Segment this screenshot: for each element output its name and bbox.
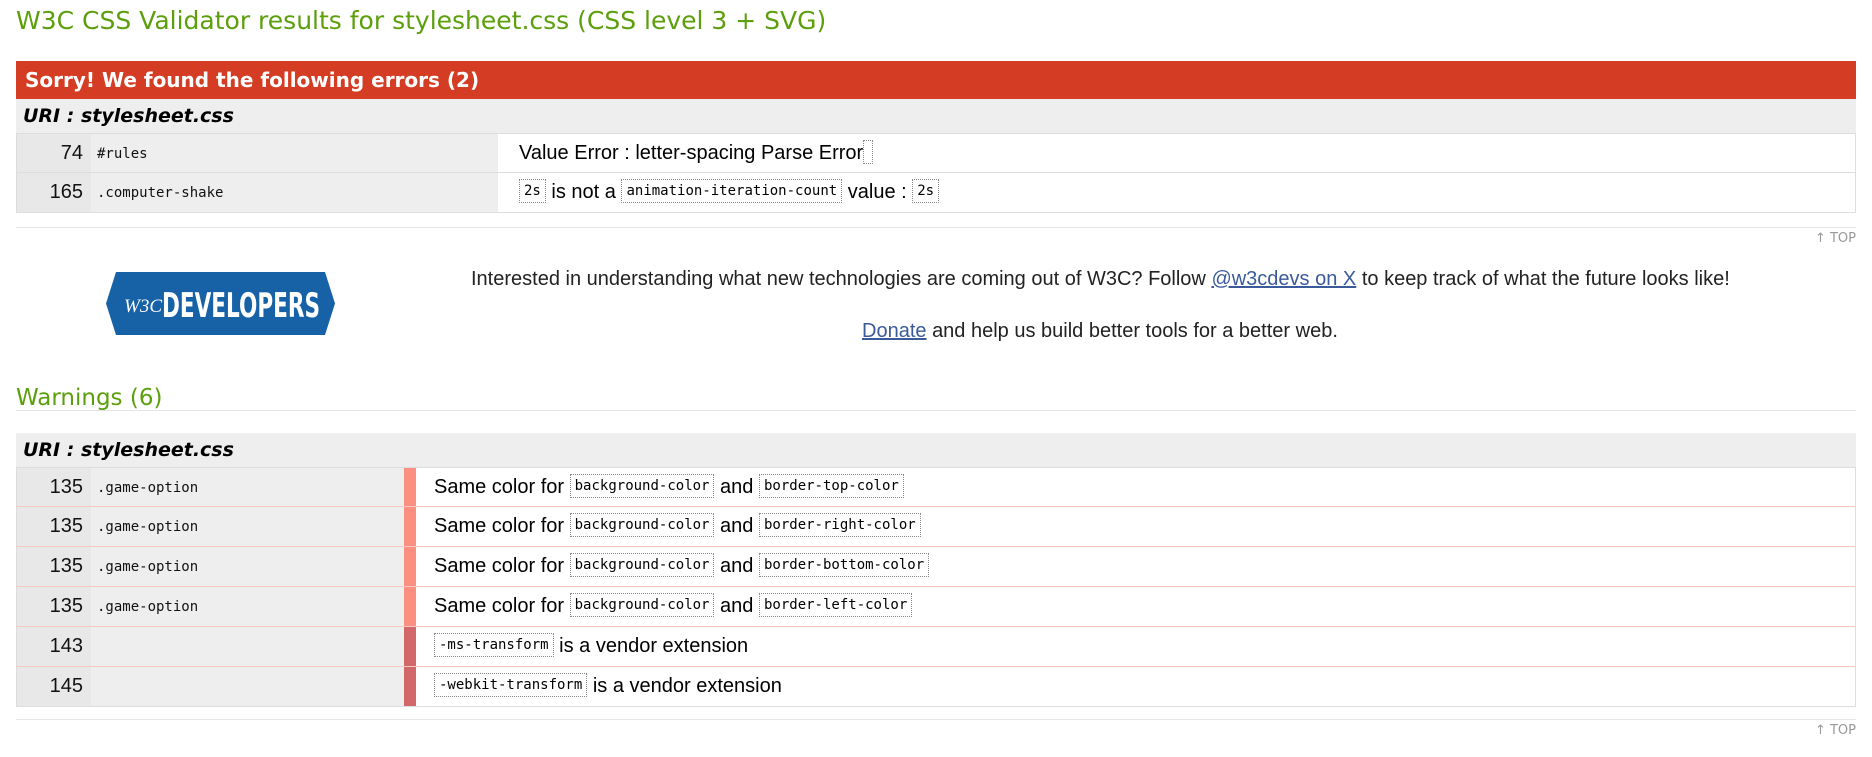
warning-text: and xyxy=(720,555,754,577)
error-text: value : xyxy=(847,181,907,203)
promo-text: Interested in understanding what new tec… xyxy=(471,268,1206,290)
page-title: W3C CSS Validator results for stylesheet… xyxy=(16,6,827,35)
line-number: 143 xyxy=(17,627,91,666)
rule-context: .game-option xyxy=(91,587,404,626)
rule-context xyxy=(91,627,404,666)
section-divider xyxy=(16,410,1856,411)
rule-context: .game-option xyxy=(91,468,404,506)
property-code: border-bottom-color xyxy=(758,552,930,577)
errors-panel: Sorry! We found the following errors (2)… xyxy=(16,61,1856,213)
warning-level-bar xyxy=(404,507,416,546)
error-message: Value Error : letter-spacing Parse Error xyxy=(519,134,874,172)
warning-message: Same color for background-color and bord… xyxy=(434,468,904,506)
warning-row: 135 .game-option Same color for backgrou… xyxy=(16,507,1856,547)
value-code: 2s xyxy=(519,178,546,203)
warning-text: Same color for xyxy=(434,476,565,498)
warning-message: Same color for background-color and bord… xyxy=(434,587,913,626)
line-number: 135 xyxy=(17,507,91,546)
warning-row: 145 -webkit-transform is a vendor extens… xyxy=(16,667,1856,707)
line-number: 74 xyxy=(17,134,91,172)
warning-text: and xyxy=(720,515,754,537)
error-row: 74 #rules Value Error : letter-spacing P… xyxy=(16,133,1856,173)
promo-line-donate: Donate and help us build better tools fo… xyxy=(862,320,1338,343)
warning-level-bar xyxy=(404,627,416,666)
line-number: 165 xyxy=(17,173,91,212)
rule-context xyxy=(91,667,404,706)
warning-message: -webkit-transform is a vendor extension xyxy=(434,667,782,706)
rule-context: .computer-shake xyxy=(91,173,498,212)
warning-row: 135 .game-option Same color for backgrou… xyxy=(16,587,1856,627)
warnings-title: Warnings (6) xyxy=(16,385,163,411)
warning-text: Same color for xyxy=(434,515,565,537)
property-code: background-color xyxy=(569,552,715,577)
warning-message: Same color for background-color and bord… xyxy=(434,547,930,586)
promo-line-follow: Interested in understanding what new tec… xyxy=(471,268,1730,291)
property-code: -webkit-transform xyxy=(434,672,588,697)
warning-message: Same color for background-color and bord… xyxy=(434,507,921,546)
warning-text: is a vendor extension xyxy=(559,635,749,657)
top-link[interactable]: ↑ TOP xyxy=(1815,231,1856,246)
warning-level-bar xyxy=(404,587,416,626)
line-number: 135 xyxy=(17,547,91,586)
warning-text: and xyxy=(720,595,754,617)
warning-text: is a vendor extension xyxy=(592,675,782,697)
errors-header: Sorry! We found the following errors (2) xyxy=(16,61,1856,99)
section-divider xyxy=(16,719,1856,720)
error-text: Value Error : letter-spacing Parse Error xyxy=(519,142,864,164)
rule-context: #rules xyxy=(91,134,498,172)
rule-context: .game-option xyxy=(91,507,404,546)
top-link[interactable]: ↑ TOP xyxy=(1815,723,1856,738)
donate-link[interactable]: Donate xyxy=(862,320,927,342)
promo-text: to keep track of what the future looks l… xyxy=(1361,268,1730,290)
property-code: -ms-transform xyxy=(434,632,554,657)
property-code: animation-iteration-count xyxy=(621,178,843,203)
property-code: background-color xyxy=(569,512,715,537)
warning-row: 135 .game-option Same color for backgrou… xyxy=(16,547,1856,587)
error-text: is not a xyxy=(551,181,616,203)
w3cdevs-link[interactable]: @w3cdevs on X xyxy=(1211,268,1356,290)
warning-text: and xyxy=(720,476,754,498)
warning-message: -ms-transform is a vendor extension xyxy=(434,627,748,666)
errors-uri: URI : stylesheet.css xyxy=(16,99,1856,133)
error-row: 165 .computer-shake 2s is not a animatio… xyxy=(16,173,1856,213)
warning-level-bar xyxy=(404,468,416,506)
section-divider xyxy=(16,227,1856,228)
warning-level-bar xyxy=(404,547,416,586)
property-code: border-right-color xyxy=(758,512,921,537)
warning-level-bar xyxy=(404,667,416,706)
error-message: 2s is not a animation-iteration-count va… xyxy=(519,173,940,212)
property-code: background-color xyxy=(569,592,715,617)
warning-row: 135 .game-option Same color for backgrou… xyxy=(16,467,1856,507)
property-code: background-color xyxy=(569,473,715,498)
line-number: 145 xyxy=(17,667,91,706)
empty-value-code xyxy=(863,139,874,164)
line-number: 135 xyxy=(17,587,91,626)
promo-text: and help us build better tools for a bet… xyxy=(932,320,1338,342)
svg-text:W3C: W3C xyxy=(124,296,162,317)
line-number: 135 xyxy=(17,468,91,506)
rule-context: .game-option xyxy=(91,547,404,586)
property-code: border-top-color xyxy=(758,473,904,498)
warning-row: 143 -ms-transform is a vendor extension xyxy=(16,627,1856,667)
warning-text: Same color for xyxy=(434,555,565,577)
property-code: border-left-color xyxy=(758,592,913,617)
w3c-developers-logo[interactable]: W3C DEVELOPERS xyxy=(106,272,335,335)
warnings-panel: URI : stylesheet.css 135 .game-option Sa… xyxy=(16,433,1856,707)
warning-text: Same color for xyxy=(434,595,565,617)
value-code: 2s xyxy=(912,178,940,203)
warnings-uri: URI : stylesheet.css xyxy=(16,433,1856,467)
svg-text:DEVELOPERS: DEVELOPERS xyxy=(162,286,320,326)
